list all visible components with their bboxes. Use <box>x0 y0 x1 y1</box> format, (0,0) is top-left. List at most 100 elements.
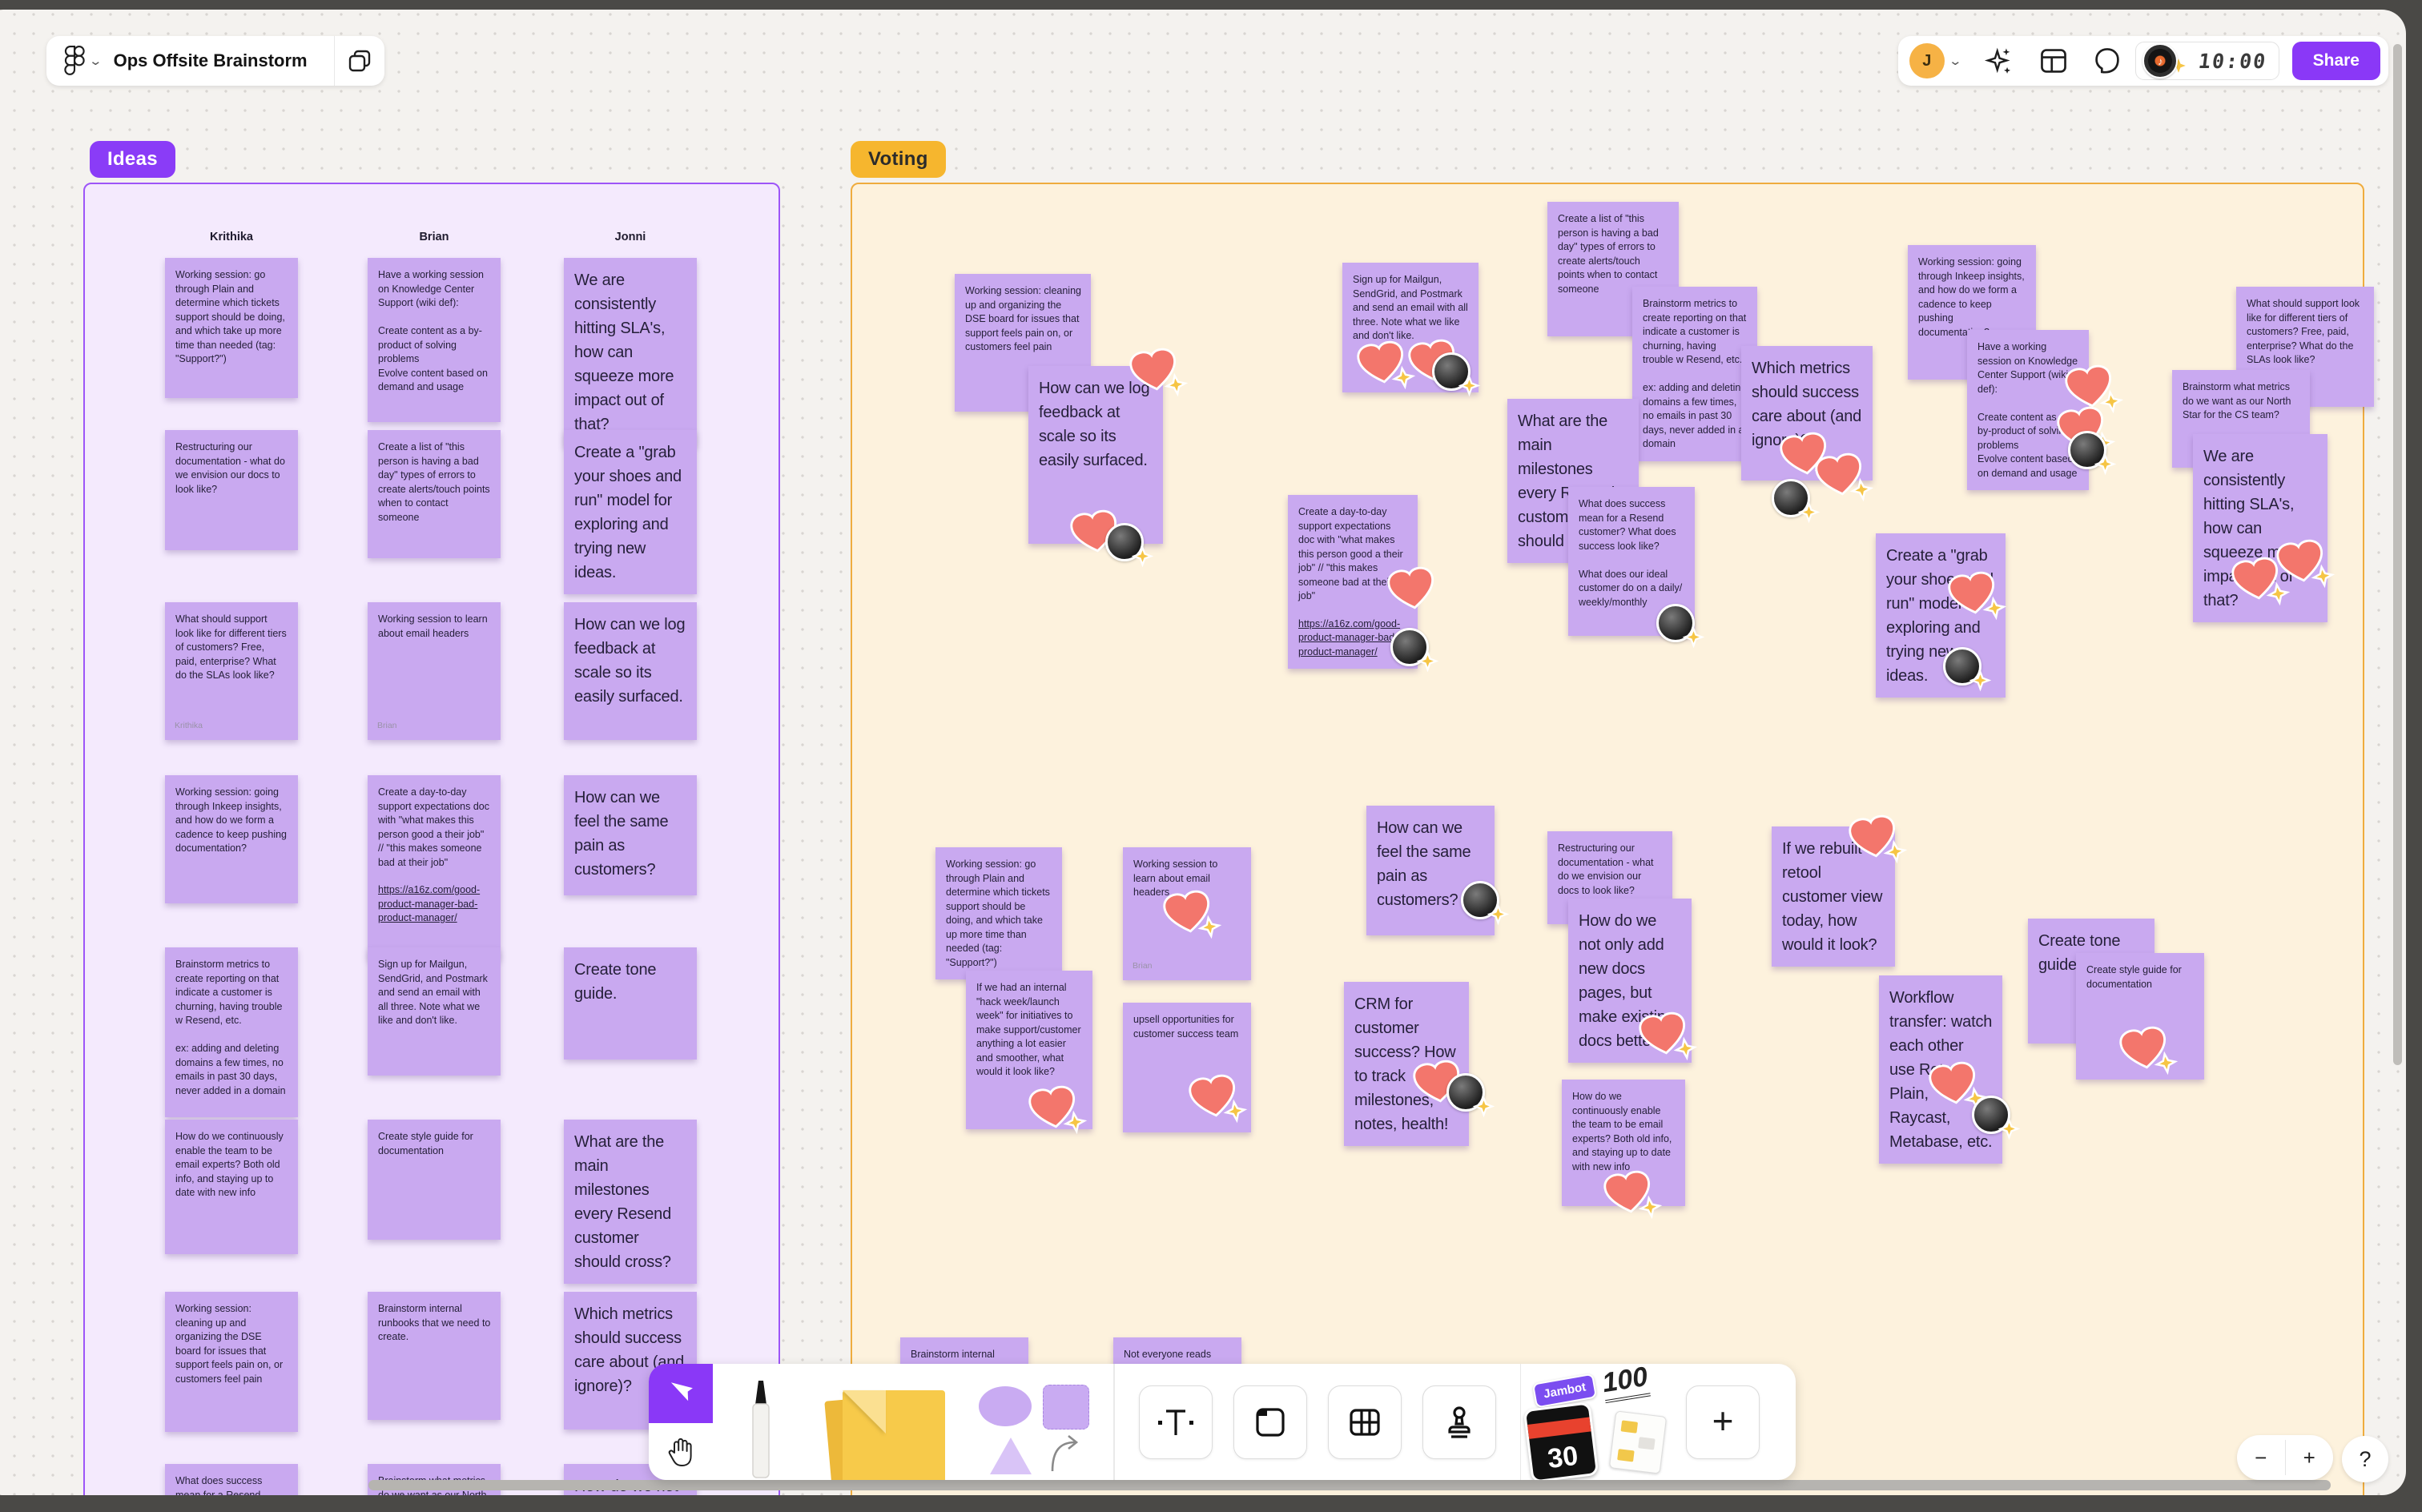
sticky-note[interactable]: Have a working session on Knowledge Cent… <box>368 258 501 422</box>
sticky-note[interactable]: What should support look like for differ… <box>165 602 298 740</box>
heart-reaction-sticker[interactable] <box>1129 348 1189 397</box>
sticky-note[interactable]: Create a "grab your shoes and run" model… <box>1876 533 2007 698</box>
sticky-note[interactable]: How can we log feedback at scale so its … <box>564 602 697 740</box>
heart-reaction-sticker[interactable] <box>1929 1061 1988 1111</box>
heart-reaction-sticker[interactable] <box>1639 1011 1698 1061</box>
ai-sparkle-icon[interactable] <box>1984 46 2014 76</box>
heart-reaction-sticker[interactable] <box>2276 539 2336 589</box>
hand-tool[interactable] <box>649 1423 713 1480</box>
section-tool[interactable] <box>1233 1385 1307 1459</box>
section-label-ideas[interactable]: Ideas <box>90 141 175 178</box>
sticky-note[interactable]: Create a "grab your shoes and run" model… <box>564 430 697 594</box>
avatar-reaction-sticker[interactable] <box>1461 881 1510 926</box>
sticky-note[interactable]: Brainstorm metrics to create reporting o… <box>1632 287 1757 461</box>
heart-reaction-sticker[interactable] <box>1387 566 1435 612</box>
share-button[interactable]: Share <box>2291 42 2380 80</box>
voting-section-frame[interactable]: Working session: cleaning up and organiz… <box>851 183 2374 1495</box>
heart-reaction-sticker[interactable] <box>1028 1085 1088 1135</box>
sticky-note[interactable]: How do we not only add new docs pages, b… <box>1568 899 1698 1063</box>
sticky-note[interactable]: We are consistently hitting SLA's, how c… <box>2193 434 2336 622</box>
avatar-reaction-sticker[interactable] <box>1105 523 1154 568</box>
avatar-chevron-icon[interactable]: ⌄ <box>1948 54 1962 68</box>
sticky-note[interactable]: Working session: going through Inkeep in… <box>165 775 298 903</box>
sticky-note[interactable]: Sign up for Mailgun, SendGrid, and Postm… <box>368 947 501 1076</box>
avatar-reaction-sticker[interactable] <box>2068 431 2117 476</box>
document-title[interactable]: Ops Offsite Brainstorm <box>114 50 308 71</box>
vertical-scrollbar[interactable] <box>2393 44 2402 1065</box>
heart-reaction-sticker[interactable] <box>2231 557 2291 606</box>
sticky-note[interactable]: upsell opportunities for customer succes… <box>1123 1003 1251 1132</box>
heart-reaction-sticker[interactable] <box>1163 890 1222 939</box>
sticky-note[interactable]: Working session: cleaning up and organiz… <box>165 1292 298 1432</box>
sticky-note[interactable]: Working session to learn about email hea… <box>1123 847 1251 980</box>
jambot-widget: Jambot <box>1531 1373 1598 1409</box>
sticky-note[interactable]: How do we continuously enable the team t… <box>1562 1080 1685 1220</box>
sticky-note[interactable]: Restructuring our documentation - what d… <box>165 430 298 550</box>
heart-reaction-sticker[interactable] <box>2119 1026 2179 1076</box>
heart-reaction-sticker[interactable] <box>2065 364 2124 414</box>
figma-logo-icon[interactable] <box>64 46 85 76</box>
stamp-tool[interactable] <box>1422 1385 1496 1459</box>
sticky-note[interactable]: How can we feel the same pain as custome… <box>1366 806 1510 935</box>
comment-bubble-icon[interactable] <box>2092 46 2122 76</box>
sticky-note[interactable]: Working session to learn about email hea… <box>368 602 501 740</box>
avatar[interactable]: J <box>1909 43 1945 78</box>
heart-reaction-sticker[interactable] <box>1815 452 1874 502</box>
duplicate-icon[interactable] <box>335 49 384 73</box>
avatar-reaction-sticker[interactable] <box>1772 479 1821 524</box>
sticky-note[interactable]: Create a day-to-day support expectations… <box>1288 495 1439 673</box>
marker-tool[interactable] <box>713 1364 809 1480</box>
select-tool[interactable] <box>649 1364 713 1423</box>
sticky-note[interactable]: Create style guide for documentation <box>368 1120 501 1240</box>
sticky-note[interactable]: Working session: go through Plain and de… <box>165 258 298 398</box>
avatar-reaction-sticker[interactable] <box>1972 1096 2021 1140</box>
sticky-note[interactable]: What does success mean for a Resend cust… <box>165 1464 298 1495</box>
shapes-tool[interactable] <box>961 1364 1113 1480</box>
sticky-note[interactable]: Brainstorm metrics to create reporting o… <box>165 947 298 1117</box>
heart-reaction-sticker[interactable] <box>1603 1170 1663 1220</box>
sticky-note[interactable]: Create style guide for documentation <box>2076 953 2204 1080</box>
ideas-section-frame[interactable]: Krithika Working session: go through Plai… <box>83 183 780 1495</box>
heart-reaction-sticker[interactable] <box>1849 814 1908 864</box>
sticky-note[interactable]: What does success mean for a Resend cust… <box>1568 487 1705 649</box>
sticky-note-link[interactable]: https://a16z.com/good-product-manager-ba… <box>378 883 491 926</box>
sticky-note[interactable]: What are the main milestones every Resen… <box>564 1120 697 1284</box>
sticky-note[interactable]: Create a day-to-day support expectations… <box>368 775 501 959</box>
sticky-note[interactable]: Create a list of "this person is having … <box>368 430 501 558</box>
heart-reaction-sticker[interactable] <box>1189 1074 1248 1124</box>
sticky-note[interactable]: CRM for customer success? How to track m… <box>1344 982 1495 1146</box>
sticky-note[interactable]: How can we log feedback at scale so its … <box>1028 348 1189 568</box>
sticky-note[interactable]: We are consistently hitting SLA's, how c… <box>564 258 697 446</box>
chevron-down-icon[interactable]: ⌄ <box>88 54 103 68</box>
zoom-in-button[interactable]: + <box>2286 1435 2334 1480</box>
avatar-reaction-sticker[interactable] <box>1656 604 1705 649</box>
table-tool[interactable] <box>1327 1385 1402 1459</box>
avatar-reaction-sticker[interactable] <box>1390 628 1439 673</box>
sticky-note[interactable]: Have a working session on Knowledge Cent… <box>1967 330 2124 490</box>
sticky-note[interactable]: Sign up for Mailgun, SendGrid, and Postm… <box>1342 263 1481 397</box>
sticky-note[interactable]: Which metrics should success care about … <box>1741 346 1874 524</box>
sticky-note-tool[interactable] <box>809 1364 961 1480</box>
help-button[interactable]: ? <box>2342 1436 2388 1482</box>
sticky-note[interactable]: If we rebuilt retool customer view today… <box>1772 814 1908 967</box>
avatar-reaction-sticker[interactable] <box>1432 352 1481 397</box>
heart-reaction-sticker[interactable] <box>1948 571 2007 621</box>
avatar-reaction-sticker[interactable] <box>1446 1073 1495 1118</box>
sticky-note[interactable]: Create tone guide. <box>564 947 697 1060</box>
sticky-note[interactable]: Workflow transfer: watch each other use … <box>1879 975 2021 1164</box>
zoom-out-button[interactable]: − <box>2237 1435 2285 1480</box>
music-timer-widget[interactable]: ♪ 10:00 <box>2135 42 2279 80</box>
avatar-reaction-sticker[interactable] <box>1943 647 1992 692</box>
widgets-collage[interactable]: Jambot 30 100 <box>1523 1364 1673 1480</box>
sticky-note[interactable]: If we had an internal "hack week/launch … <box>966 971 1092 1135</box>
sticky-note[interactable]: Working session: go through Plain and de… <box>935 847 1062 979</box>
heart-reaction-sticker[interactable] <box>1357 340 1416 390</box>
sticky-note[interactable]: Brainstorm internal runbooks that we nee… <box>368 1292 501 1420</box>
more-tools-button[interactable]: + <box>1686 1385 1760 1459</box>
sticky-note[interactable]: How do we continuously enable the team t… <box>165 1120 298 1254</box>
templates-icon[interactable] <box>2038 46 2069 76</box>
sticky-note[interactable]: How can we feel the same pain as custome… <box>564 775 697 895</box>
text-tool[interactable] <box>1138 1385 1213 1459</box>
horizontal-scrollbar[interactable] <box>368 1480 2331 1490</box>
section-label-voting[interactable]: Voting <box>851 141 946 178</box>
